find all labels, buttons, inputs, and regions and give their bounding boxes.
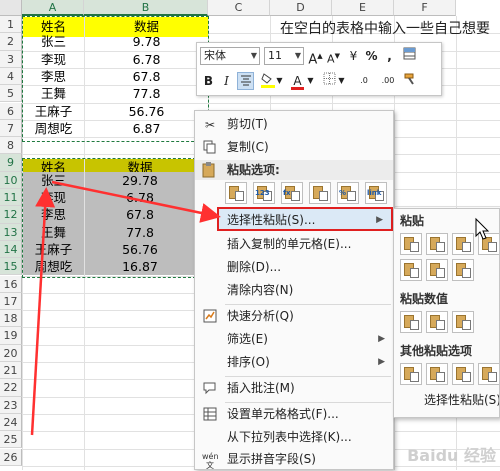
arrow-to-paste-special <box>51 180 221 223</box>
mouse-pointer-icon <box>475 217 490 240</box>
annotation-arrows <box>30 180 490 436</box>
watermark: Baidu 经验 <box>407 446 496 465</box>
arrow-to-pasted-cell <box>30 187 56 436</box>
